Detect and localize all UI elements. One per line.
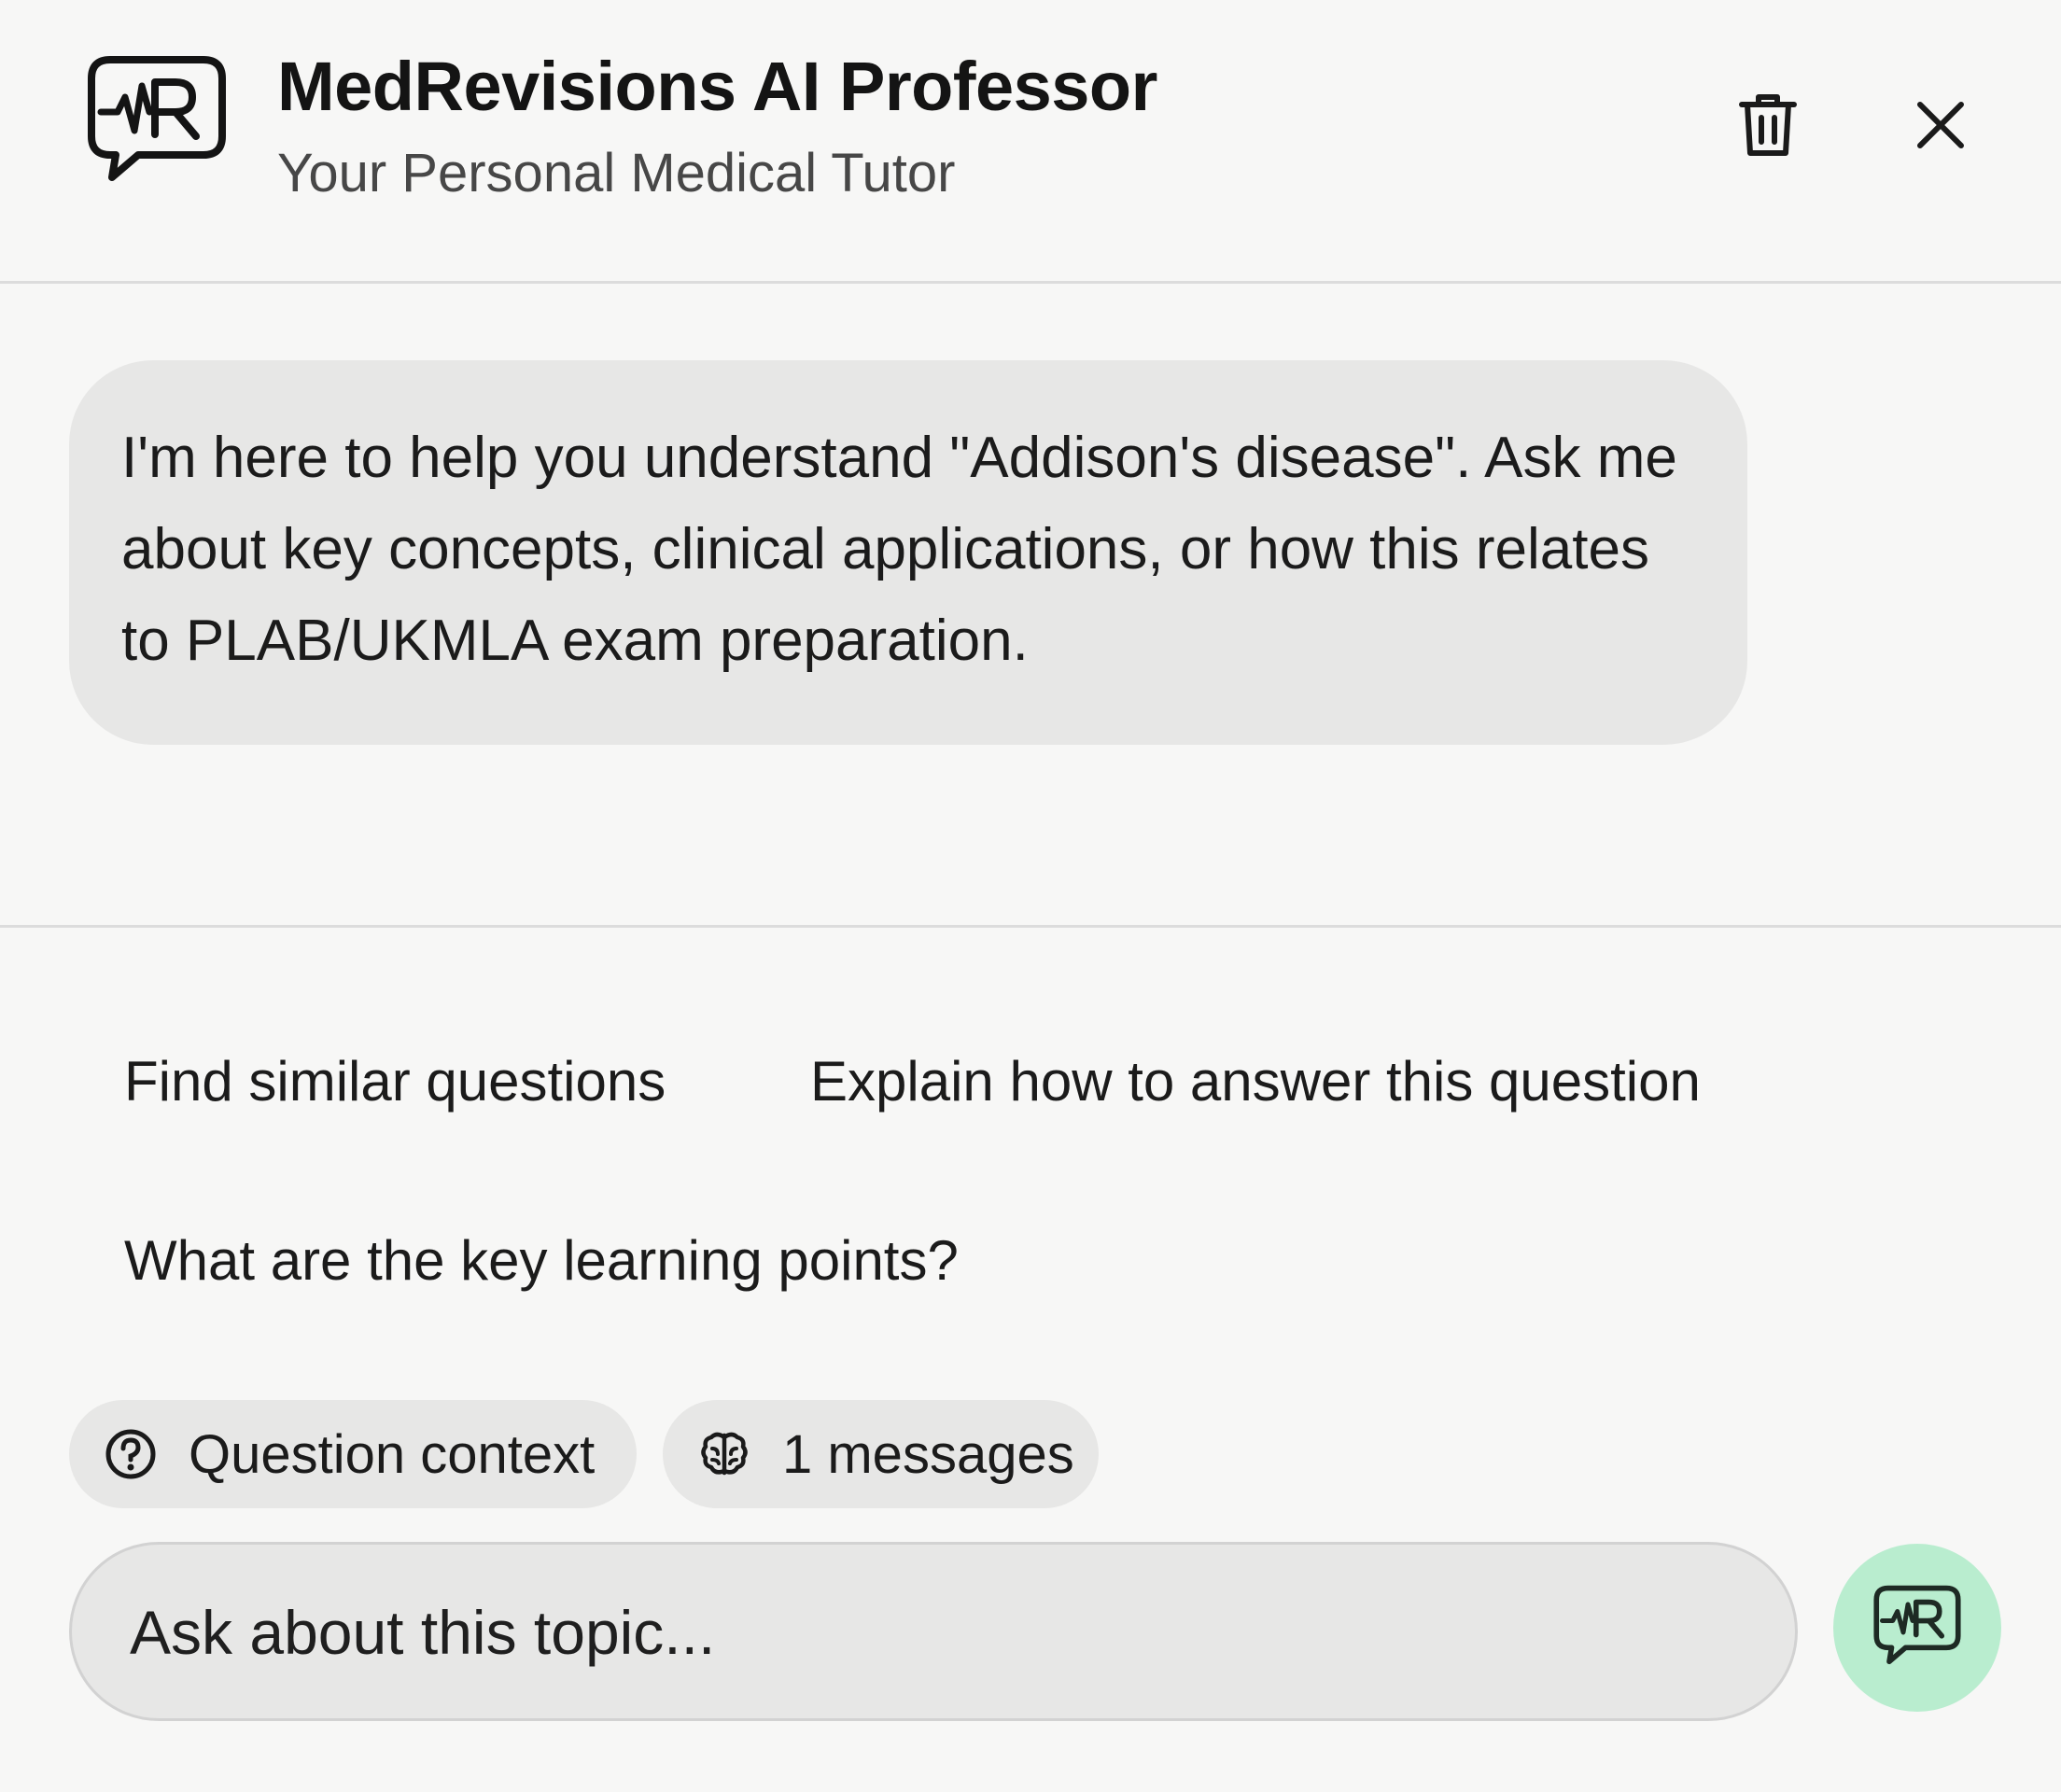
panel-subtitle: Your Personal Medical Tutor: [277, 143, 956, 203]
composer: [69, 1542, 1798, 1721]
question-circle-icon: [105, 1429, 156, 1479]
question-context-label: Question context: [189, 1423, 596, 1485]
suggestion-explain-answer[interactable]: Explain how to answer this question: [810, 1049, 1701, 1113]
question-context-chip[interactable]: Question context: [69, 1400, 637, 1508]
trash-icon: [1739, 94, 1797, 156]
chat-input[interactable]: [128, 1545, 1737, 1720]
chat-history: I'm here to help you understand "Addison…: [0, 284, 2061, 928]
close-icon: [1917, 102, 1964, 148]
medrevisions-logo-send-icon: [1873, 1585, 1961, 1665]
assistant-message: I'm here to help you understand "Addison…: [69, 360, 1747, 745]
message-count-label: 1 messages: [782, 1423, 1074, 1485]
medrevisions-logo-icon: [88, 56, 226, 181]
clear-chat-button[interactable]: [1723, 80, 1813, 170]
panel-title: MedRevisions AI Professor: [277, 48, 1157, 125]
message-count-chip[interactable]: 1 messages: [663, 1400, 1099, 1508]
close-button[interactable]: [1896, 80, 1985, 170]
ai-professor-panel: MedRevisions AI Professor Your Personal …: [0, 0, 2061, 1792]
panel-header: MedRevisions AI Professor Your Personal …: [0, 0, 2061, 284]
suggestion-find-similar[interactable]: Find similar questions: [124, 1049, 666, 1113]
suggestion-key-learning-points[interactable]: What are the key learning points?: [124, 1228, 959, 1293]
send-button[interactable]: [1833, 1544, 2001, 1712]
brain-icon: [701, 1432, 748, 1476]
